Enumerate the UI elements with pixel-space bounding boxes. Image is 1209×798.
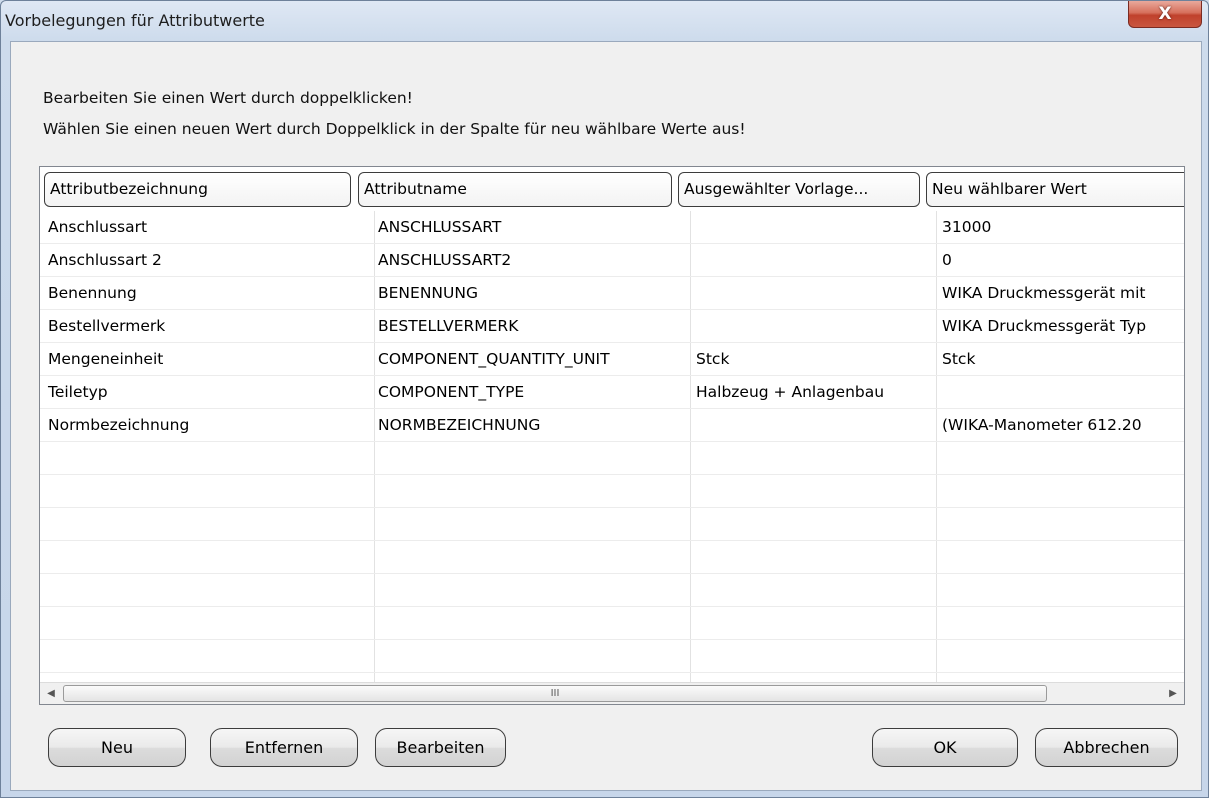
scroll-left-icon[interactable]: ◀	[40, 683, 62, 704]
empty-row	[40, 508, 1184, 541]
instruction-line-1: Bearbeiten Sie einen Wert durch doppelkl…	[43, 89, 413, 107]
column-header-attributname[interactable]: Attributname	[358, 172, 672, 207]
cell-neuer-wert[interactable]: WIKA Druckmessgerät mit	[938, 277, 1184, 310]
table-row[interactable]: Anschlussart 2 ANSCHLUSSART2 0	[40, 244, 1184, 277]
edit-button[interactable]: Bearbeiten	[375, 728, 506, 767]
table-row[interactable]: Benennung BENENNUNG WIKA Druckmessgerät …	[40, 277, 1184, 310]
column-header-ausgewaehlter-vorlagewert[interactable]: Ausgewählter Vorlage...	[678, 172, 920, 207]
empty-row	[40, 442, 1184, 475]
cell-vorlagewert	[692, 409, 934, 442]
cell-neuer-wert[interactable]	[938, 376, 1184, 409]
cell-attributname: ANSCHLUSSART2	[378, 251, 512, 269]
cell-attributname: ANSCHLUSSART	[378, 218, 502, 236]
window-title: Vorbelegungen für Attributwerte	[5, 11, 265, 30]
new-button[interactable]: Neu	[48, 728, 186, 767]
close-icon: X	[1158, 4, 1172, 24]
cell-attributbezeichnung: Normbezeichnung	[48, 416, 190, 434]
empty-row	[40, 541, 1184, 574]
cell-attributbezeichnung: Anschlussart 2	[48, 251, 162, 269]
dialog-window: Vorbelegungen für Attributwerte X Bearbe…	[0, 0, 1209, 798]
cell-neuer-wert[interactable]: 31000	[938, 211, 1184, 244]
empty-row	[40, 475, 1184, 508]
cancel-button[interactable]: Abbrechen	[1035, 728, 1178, 767]
dialog-content: Bearbeiten Sie einen Wert durch doppelkl…	[10, 41, 1202, 791]
cell-neuer-wert[interactable]: WIKA Druckmessgerät Typ	[938, 310, 1184, 343]
cell-attributname: BESTELLVERMERK	[378, 317, 519, 335]
column-header-attributbezeichnung[interactable]: Attributbezeichnung	[44, 172, 351, 207]
ok-button[interactable]: OK	[872, 728, 1018, 767]
cell-vorlagewert	[692, 310, 934, 343]
cell-vorlagewert	[692, 244, 934, 277]
cell-neuer-wert[interactable]: Stck	[938, 343, 1184, 376]
cell-attributname: COMPONENT_TYPE	[378, 383, 525, 401]
table-row[interactable]: Bestellvermerk BESTELLVERMERK WIKA Druck…	[40, 310, 1184, 343]
cell-neuer-wert[interactable]: (WIKA-Manometer 612.20	[938, 409, 1184, 442]
horizontal-scrollbar[interactable]: ◀ III ▶	[40, 682, 1184, 704]
cell-attributname: BENENNUNG	[378, 284, 478, 302]
remove-button[interactable]: Entfernen	[210, 728, 358, 767]
cell-vorlagewert	[692, 277, 934, 310]
cell-vorlagewert: Halbzeug + Anlagenbau	[696, 383, 885, 401]
cell-attributbezeichnung: Anschlussart	[48, 218, 148, 236]
cell-attributbezeichnung: Mengeneinheit	[48, 350, 164, 368]
cell-vorlagewert: Stck	[696, 350, 730, 368]
attribute-table[interactable]: Attributbezeichnung Attributname Ausgewä…	[39, 166, 1185, 705]
grip-icon: III	[550, 688, 560, 699]
cell-attributname: COMPONENT_QUANTITY_UNIT	[378, 350, 610, 368]
empty-row	[40, 607, 1184, 640]
column-header-neu-waehlbarer-wert[interactable]: Neu wählbarer Wert	[926, 172, 1184, 207]
table-row[interactable]: Teiletyp COMPONENT_TYPE Halbzeug + Anlag…	[40, 376, 1184, 409]
scrollbar-thumb[interactable]: III	[63, 685, 1047, 702]
empty-row	[40, 640, 1184, 673]
table-row[interactable]: Normbezeichnung NORMBEZEICHNUNG (WIKA-Ma…	[40, 409, 1184, 442]
title-bar[interactable]: Vorbelegungen für Attributwerte X	[1, 1, 1208, 41]
empty-row	[40, 574, 1184, 607]
cell-attributname: NORMBEZEICHNUNG	[378, 416, 541, 434]
close-button[interactable]: X	[1128, 1, 1202, 28]
cell-attributbezeichnung: Bestellvermerk	[48, 317, 166, 335]
cell-neuer-wert[interactable]: 0	[938, 244, 1184, 277]
instruction-line-2: Wählen Sie einen neuen Wert durch Doppel…	[43, 120, 746, 138]
scroll-right-icon[interactable]: ▶	[1162, 683, 1184, 704]
table-header: Attributbezeichnung Attributname Ausgewä…	[40, 167, 1184, 211]
table-row[interactable]: Anschlussart ANSCHLUSSART 31000	[40, 211, 1184, 244]
cell-attributbezeichnung: Teiletyp	[48, 383, 108, 401]
table-row[interactable]: Mengeneinheit COMPONENT_QUANTITY_UNIT St…	[40, 343, 1184, 376]
cell-attributbezeichnung: Benennung	[48, 284, 137, 302]
cell-vorlagewert	[692, 211, 934, 244]
